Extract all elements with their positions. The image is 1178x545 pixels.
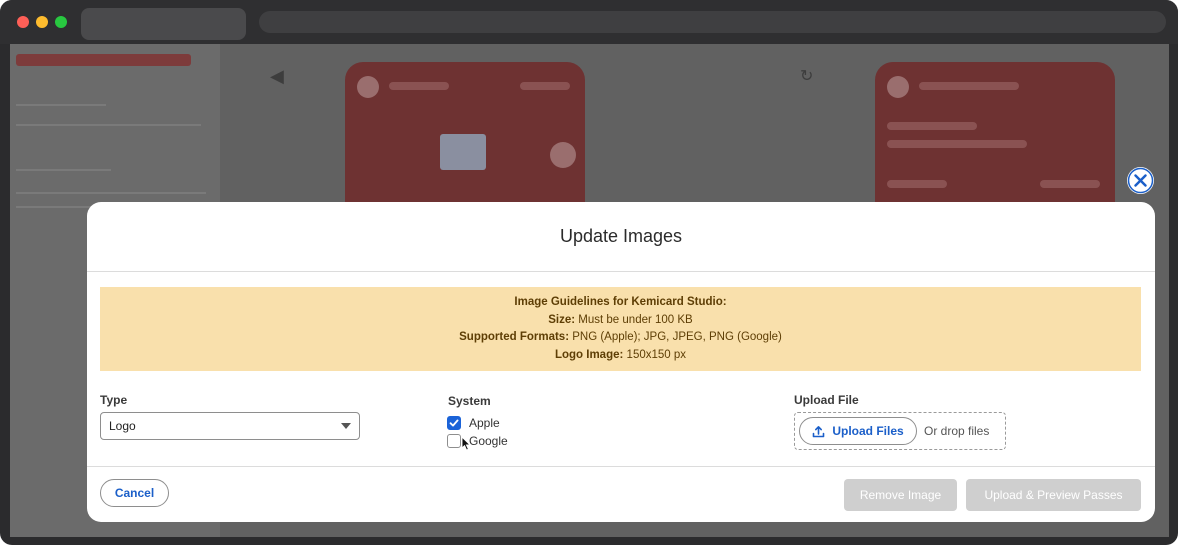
address-bar[interactable] <box>259 11 1166 33</box>
background-line <box>16 192 206 194</box>
background-line <box>16 104 106 106</box>
apple-checkbox-label: Apple <box>469 416 500 430</box>
upload-files-button[interactable]: Upload Files <box>799 417 917 445</box>
upload-icon <box>813 425 825 437</box>
remove-image-button[interactable]: Remove Image <box>844 479 957 511</box>
guidelines-heading: Image Guidelines for Kemicard Studio: <box>514 296 727 308</box>
modal-header: Update Images <box>87 202 1155 272</box>
chevron-down-icon <box>341 423 351 429</box>
system-option-apple[interactable]: Apple <box>447 416 500 430</box>
window-minimize-dot[interactable] <box>36 16 48 28</box>
background-card-bar <box>1040 180 1100 188</box>
cancel-button[interactable]: Cancel <box>100 479 169 507</box>
upload-preview-passes-button[interactable]: Upload & Preview Passes <box>966 479 1141 511</box>
refresh-icon: ↻ <box>800 68 814 85</box>
system-option-google[interactable]: Google <box>447 434 508 448</box>
background-card-bar <box>887 180 947 188</box>
background-card-bar <box>919 82 1019 90</box>
guidelines-logo-size: Logo Image: 150x150 px <box>554 348 687 361</box>
modal-close-button[interactable] <box>1127 167 1154 194</box>
back-arrow-icon: ◀ <box>270 66 284 86</box>
window-maximize-dot[interactable] <box>55 16 67 28</box>
background-card-bar <box>389 82 449 90</box>
background-card-bar <box>887 140 1027 148</box>
modal-title: Update Images <box>559 226 683 246</box>
background-line <box>16 124 201 126</box>
file-dropzone[interactable]: Upload Files Or drop files <box>794 412 1006 450</box>
system-label: System <box>448 394 491 408</box>
type-select-value: Logo <box>109 419 136 433</box>
guidelines-size: Size: Must be under 100 KB <box>548 313 693 326</box>
checkmark-icon <box>449 419 459 427</box>
type-label: Type <box>100 393 128 407</box>
browser-titlebar <box>0 0 1178 44</box>
google-checkbox-label: Google <box>469 434 508 448</box>
background-card-image <box>440 134 486 170</box>
background-card-logo <box>887 76 909 98</box>
mouse-cursor-icon <box>461 436 471 451</box>
background-card-bar <box>887 122 977 130</box>
window-close-dot[interactable] <box>17 16 29 28</box>
close-icon <box>1127 167 1154 194</box>
google-checkbox[interactable] <box>447 434 461 448</box>
type-select[interactable]: Logo <box>100 412 360 440</box>
drop-files-text: Or drop files <box>924 424 990 438</box>
upload-file-label: Upload File <box>794 393 859 407</box>
background-line <box>16 169 111 171</box>
guidelines-formats: Supported Formats: PNG (Apple); JPG, JPE… <box>459 331 782 343</box>
browser-tab[interactable] <box>81 8 246 40</box>
apple-checkbox[interactable] <box>447 416 461 430</box>
image-guidelines-notice: Image Guidelines for Kemicard Studio: Si… <box>100 287 1141 371</box>
background-sidebar-header <box>16 54 191 66</box>
upload-files-label: Upload Files <box>832 424 904 438</box>
footer-divider <box>87 466 1155 467</box>
background-card-circle <box>550 142 576 168</box>
background-card-bar <box>520 82 570 90</box>
update-images-modal: Update Images Image Guidelines for Kemic… <box>87 202 1155 522</box>
background-card-logo <box>357 76 379 98</box>
